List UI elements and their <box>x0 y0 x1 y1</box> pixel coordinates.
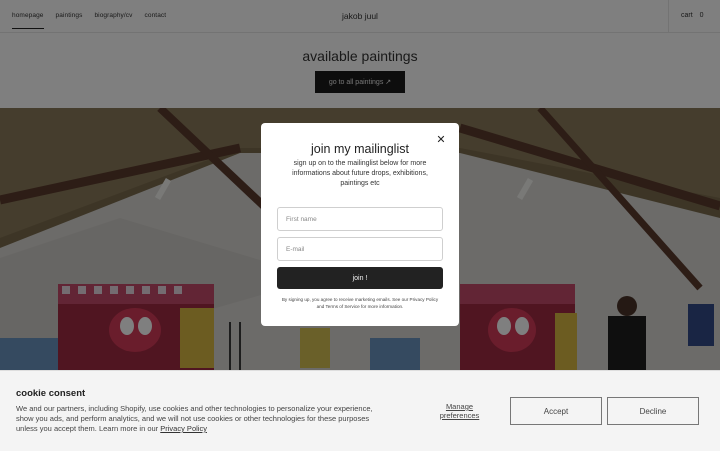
email-field[interactable] <box>277 237 443 261</box>
accept-button[interactable]: Accept <box>510 397 602 425</box>
legal-text: By signing up, you agree to receive mark… <box>281 297 439 309</box>
modal-title: join my mailinglist <box>311 142 409 156</box>
join-button[interactable]: join ! <box>277 267 443 289</box>
decline-button[interactable]: Decline <box>607 397 699 425</box>
cookie-banner: cookie consent We and our partners, incl… <box>0 370 720 451</box>
modal-subtitle: sign up on to the mailinglist below for … <box>292 160 428 187</box>
privacy-policy-link[interactable]: Privacy Policy <box>160 424 207 433</box>
first-name-field[interactable] <box>277 207 443 231</box>
cookie-body: We and our partners, including Shopify, … <box>16 404 376 434</box>
mailinglist-modal: ✕ join my mailinglist sign up on to the … <box>261 123 459 326</box>
cookie-title: cookie consent <box>16 388 86 399</box>
manage-preferences-link[interactable]: Manage preferences <box>432 402 487 420</box>
